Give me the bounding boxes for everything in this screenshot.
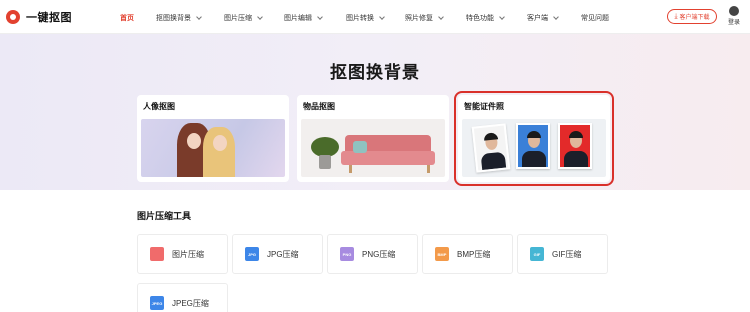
nav-label: 照片修复 (405, 15, 433, 22)
logo-icon (6, 10, 20, 24)
card-id-photo[interactable]: 智能证件照 (454, 91, 614, 186)
tool-bmp-compress[interactable]: BMP BMP压缩 (422, 234, 513, 274)
tool-jpg-compress[interactable]: JPG JPG压缩 (232, 234, 323, 274)
nav-label: 图片编辑 (284, 15, 312, 22)
card-title: 物品抠图 (303, 102, 335, 111)
card-title: 人像抠图 (143, 102, 175, 111)
top-header: 一键抠图 首页 抠图换背景 图片压缩 图片编辑 图片转换 照片修复 特色功能 客… (0, 0, 750, 34)
tool-label: JPEG压缩 (172, 298, 209, 308)
png-icon: PNG (340, 247, 354, 261)
tool-png-compress[interactable]: PNG PNG压缩 (327, 234, 418, 274)
chevron-down-icon (438, 13, 444, 20)
client-download-button[interactable]: ⤓ 客户端下载 (667, 9, 717, 24)
logo[interactable]: 一键抠图 (6, 9, 72, 25)
tool-label: 图片压缩 (172, 249, 204, 259)
nav-label: 抠图换背景 (156, 15, 191, 22)
nav-item-edit[interactable]: 图片编辑 (284, 13, 323, 23)
nav-item-cutout[interactable]: 抠图换背景 (156, 13, 202, 23)
chevron-down-icon (499, 13, 505, 20)
nav-label: 常见问题 (581, 15, 609, 22)
tool-label: GIF压缩 (552, 249, 582, 259)
download-icon: ⤓ (674, 12, 678, 20)
hero-title: 抠图换背景 (330, 63, 420, 82)
login-button[interactable]: 登录 (727, 6, 741, 26)
compress-tools-title: 图片压缩工具 (137, 211, 192, 221)
nav-label: 首页 (120, 15, 134, 22)
nav-label: 特色功能 (466, 15, 494, 22)
id-photo-image (462, 119, 606, 177)
nav-item-convert[interactable]: 图片转换 (346, 13, 385, 23)
portrait-cutout-image (141, 119, 285, 177)
nav-item-home[interactable]: 首页 (120, 13, 134, 23)
nav-label: 客户端 (527, 15, 548, 22)
tool-jpeg-compress[interactable]: JPEG JPEG压缩 (137, 283, 228, 312)
chevron-down-icon (257, 13, 263, 20)
object-cutout-image (301, 119, 445, 177)
nav-label: 图片压缩 (224, 15, 252, 22)
card-portrait-cutout[interactable]: 人像抠图 (137, 95, 289, 182)
tool-image-compress[interactable]: 图片压缩 (137, 234, 228, 274)
card-object-cutout[interactable]: 物品抠图 (297, 95, 449, 182)
image-compress-icon (150, 247, 164, 261)
download-label: 客户端下载 (679, 15, 710, 21)
jpeg-icon: JPEG (150, 296, 164, 310)
chevron-down-icon (196, 13, 202, 20)
chevron-down-icon (553, 13, 559, 20)
nav-item-client[interactable]: 客户端 (527, 13, 559, 23)
nav-label: 图片转换 (346, 15, 374, 22)
tool-label: JPG压缩 (267, 249, 299, 259)
nav-item-compress[interactable]: 图片压缩 (224, 13, 263, 23)
logo-text: 一键抠图 (26, 12, 72, 24)
avatar-icon (729, 6, 739, 16)
nav-item-features[interactable]: 特色功能 (466, 13, 505, 23)
login-label: 登录 (727, 20, 740, 26)
tool-gif-compress[interactable]: GIF GIF压缩 (517, 234, 608, 274)
nav-item-repair[interactable]: 照片修复 (405, 13, 444, 23)
gif-icon: GIF (530, 247, 544, 261)
bmp-icon: BMP (435, 247, 449, 261)
chevron-down-icon (379, 13, 385, 20)
tool-label: BMP压缩 (457, 249, 491, 259)
tool-label: PNG压缩 (362, 249, 396, 259)
jpg-icon: JPG (245, 247, 259, 261)
nav-item-faq[interactable]: 常见问题 (581, 13, 609, 23)
card-title: 智能证件照 (464, 102, 504, 111)
chevron-down-icon (317, 13, 323, 20)
